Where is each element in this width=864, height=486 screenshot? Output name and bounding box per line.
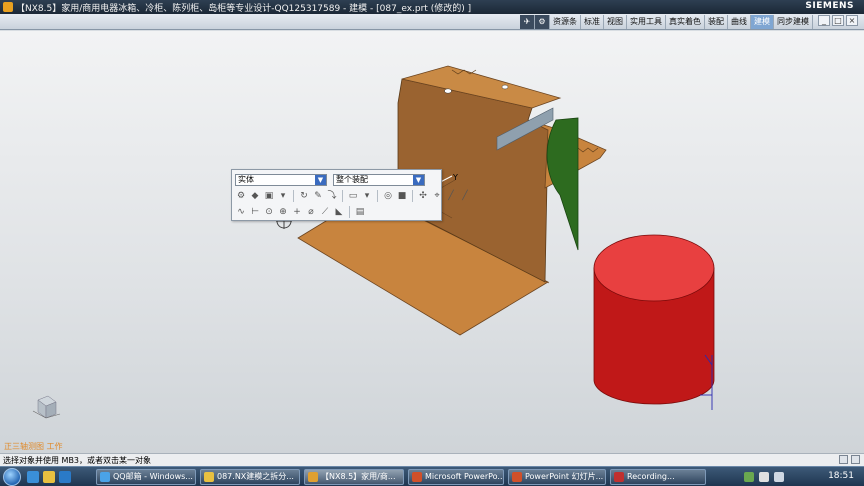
folder-icon bbox=[204, 472, 214, 482]
view-icon[interactable]: ◎ bbox=[382, 190, 394, 202]
volume-icon[interactable] bbox=[774, 471, 784, 482]
powerpoint-icon bbox=[412, 472, 422, 482]
endpoint-icon[interactable]: ⊢ bbox=[249, 206, 261, 218]
separator bbox=[377, 190, 378, 202]
nx-app-icon[interactable] bbox=[3, 2, 13, 12]
task-qq-mail[interactable]: QQ邮箱 - Windows... bbox=[96, 469, 196, 485]
window-title: 【NX8.5】家用/商用电器冰箱、冷柜、陈列柜、岛柜等专业设计-QQ125317… bbox=[16, 4, 472, 14]
chevron-down-icon[interactable]: ▼ bbox=[315, 175, 326, 185]
hole-1[interactable] bbox=[444, 88, 452, 94]
minimize-button[interactable]: _ bbox=[818, 15, 830, 26]
ie-icon[interactable] bbox=[27, 471, 39, 483]
curve-rule-icon[interactable]: ⤵ bbox=[326, 190, 338, 202]
type-filter-icon[interactable]: ◆ bbox=[249, 190, 261, 202]
chevron-down-icon[interactable]: ▼ bbox=[413, 175, 424, 185]
assembly-icon[interactable]: ✣ bbox=[417, 190, 429, 202]
surface-icon[interactable]: ◣ bbox=[333, 206, 345, 218]
tab-resource-bar[interactable]: 资源条 bbox=[550, 15, 581, 29]
title-bar: 【NX8.5】家用/商用电器冰箱、冷柜、陈列柜、岛柜等专业设计-QQ125317… bbox=[0, 0, 864, 14]
clock[interactable]: 18:51 bbox=[828, 471, 854, 481]
rectangle-select-icon[interactable]: ▭ bbox=[347, 190, 359, 202]
tab-assembly[interactable]: 装配 bbox=[705, 15, 728, 29]
restore-button[interactable]: □ bbox=[832, 15, 844, 26]
rotate-select-icon[interactable]: ↻ bbox=[298, 190, 310, 202]
view-triad-icon bbox=[32, 395, 61, 419]
hole-2[interactable] bbox=[501, 84, 509, 90]
axis-label: Y bbox=[452, 173, 458, 182]
media-icon[interactable] bbox=[59, 471, 71, 483]
taskbar: QQ邮箱 - Windows... 087.NX建模之拆分... 【NX8.5】… bbox=[0, 466, 864, 486]
ribbon-tabs: ✈ ⚙ 资源条 标准 视图 实用工具 真实着色 装配 曲线 建模 同步建模 bbox=[520, 15, 813, 29]
quick-launch bbox=[27, 471, 71, 483]
powerpoint-icon bbox=[512, 472, 522, 482]
dropdown-icon[interactable]: ▾ bbox=[361, 190, 373, 202]
edge-icon[interactable]: ╱ bbox=[459, 190, 471, 202]
network-icon[interactable] bbox=[759, 471, 769, 482]
selection-toolbar: 实体 ▼ 整个装配 ▼ ⚙ ◆ ▣ ▾ ↻ ✎ ⤵ ▭ ▾ ◎ ■ ✣ ⌖ ╱ … bbox=[231, 169, 468, 221]
tab-curve[interactable]: 曲线 bbox=[728, 15, 751, 29]
tab-true-shading[interactable]: 真实着色 bbox=[666, 15, 705, 29]
separator bbox=[293, 190, 294, 202]
line-icon[interactable]: ╱ bbox=[445, 190, 457, 202]
browser-icon bbox=[100, 472, 110, 482]
task-folder[interactable]: 087.NX建模之拆分... bbox=[200, 469, 300, 485]
nx-icon bbox=[308, 472, 318, 482]
ribbon-bar: ✈ ⚙ 资源条 标准 视图 实用工具 真实着色 装配 曲线 建模 同步建模 _ … bbox=[0, 14, 864, 30]
start-button[interactable] bbox=[3, 468, 21, 486]
solid-body-icon[interactable]: ■ bbox=[396, 190, 408, 202]
separator bbox=[349, 206, 350, 218]
expand-icon[interactable] bbox=[851, 455, 860, 464]
snap-settings-icon[interactable]: ▤ bbox=[354, 206, 366, 218]
deselect-icon[interactable]: ⚙ bbox=[235, 190, 247, 202]
tab-modeling[interactable]: 建模 bbox=[751, 15, 774, 29]
type-filter-dropdown[interactable]: 实体 ▼ bbox=[235, 174, 327, 186]
tab-utilities[interactable]: 实用工具 bbox=[627, 15, 666, 29]
component-icon[interactable]: ⌖ bbox=[431, 190, 443, 202]
dropdown-icon[interactable]: ▾ bbox=[277, 190, 289, 202]
tab-view[interactable]: 视图 bbox=[604, 15, 627, 29]
curve-icon[interactable]: ∿ bbox=[235, 206, 247, 218]
tab-standard[interactable]: 标准 bbox=[581, 15, 604, 29]
point-on-curve-icon[interactable]: ⌀ bbox=[305, 206, 317, 218]
window-controls: _ □ × bbox=[818, 15, 858, 26]
intersection-icon[interactable]: + bbox=[291, 206, 303, 218]
midpoint-icon[interactable]: ⊙ bbox=[263, 206, 275, 218]
tangent-icon[interactable]: ⟋ bbox=[319, 206, 331, 218]
feature-icon[interactable]: ✎ bbox=[312, 190, 324, 202]
system-tray: 18:51 bbox=[744, 467, 864, 486]
tray-icon[interactable] bbox=[744, 471, 754, 482]
folder-icon[interactable] bbox=[43, 471, 55, 483]
gear-icon[interactable]: ⚙ bbox=[535, 15, 550, 29]
status-icons bbox=[839, 455, 860, 464]
status-prompt: 选择对象并使用 MB3，或者双击某一对象 bbox=[3, 456, 152, 465]
scope-filter-dropdown[interactable]: 整个装配 ▼ bbox=[333, 174, 425, 186]
tab-sync-modeling[interactable]: 同步建模 bbox=[774, 15, 813, 29]
layer-filter-icon[interactable]: ▣ bbox=[263, 190, 275, 202]
control-point-icon[interactable]: ⊕ bbox=[277, 206, 289, 218]
task-recording[interactable]: Recording... bbox=[610, 469, 706, 485]
task-powerpoint[interactable]: Microsoft PowerPo... bbox=[408, 469, 504, 485]
graphics-viewport[interactable]: Y 实体 ▼ 整个装配 ▼ ⚙ ◆ ▣ ▾ ↻ ✎ ⤵ ▭ ▾ ◎ ■ ✣ ⌖ … bbox=[0, 31, 864, 453]
close-button[interactable]: × bbox=[846, 15, 858, 26]
separator bbox=[412, 190, 413, 202]
task-nx[interactable]: 【NX8.5】家用/商... bbox=[304, 469, 404, 485]
siemens-logo: SIEMENS bbox=[805, 1, 854, 11]
red-cylinder[interactable] bbox=[593, 234, 715, 405]
grid-icon[interactable] bbox=[839, 455, 848, 464]
bird-icon[interactable]: ✈ bbox=[520, 15, 535, 29]
recording-icon bbox=[614, 472, 624, 482]
task-slideshow[interactable]: PowerPoint 幻灯片... bbox=[508, 469, 606, 485]
separator bbox=[342, 190, 343, 202]
status-bar: 选择对象并使用 MB3，或者双击某一对象 bbox=[0, 453, 864, 466]
model-scene: Y bbox=[32, 65, 715, 419]
view-name-label: 正三轴测图 工作 bbox=[4, 442, 63, 451]
